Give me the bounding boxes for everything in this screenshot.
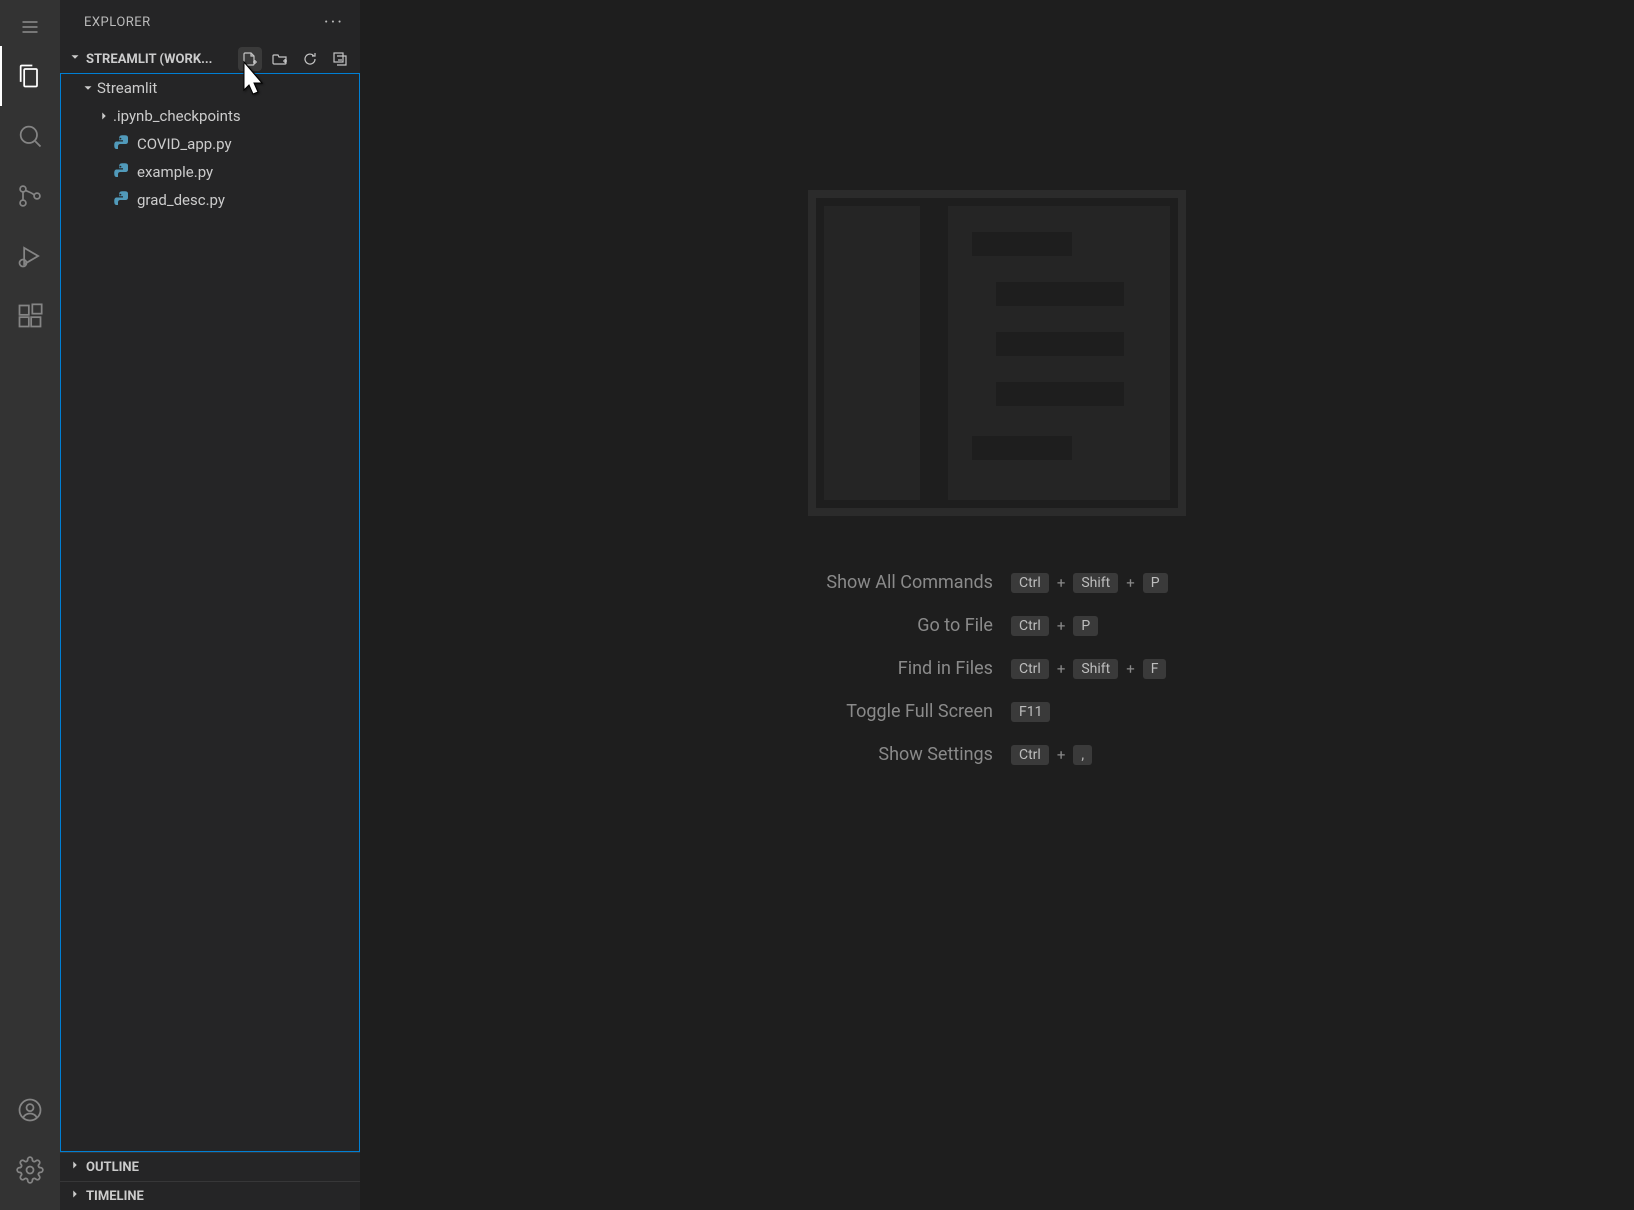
chevron-right-icon (68, 1187, 82, 1205)
activity-bar (0, 0, 60, 1210)
chevron-right-icon (95, 109, 113, 123)
plus-separator: + (1057, 746, 1066, 764)
shortcut-keys: Ctrl + Shift + F (1011, 659, 1168, 679)
vscode-watermark-icon (808, 190, 1186, 516)
python-file-icon (113, 134, 133, 154)
activity-source-control[interactable] (0, 166, 60, 226)
plus-separator: + (1057, 617, 1066, 635)
shortcut-keys: F11 (1011, 702, 1168, 722)
app-menu-button[interactable] (0, 8, 60, 46)
keyboard-key: Shift (1073, 573, 1118, 593)
refresh-button[interactable] (298, 47, 322, 71)
tree-folder-ipynb-checkpoints[interactable]: .ipynb_checkpoints (61, 102, 359, 130)
outline-panel-header[interactable]: OUTLINE (60, 1152, 360, 1181)
collapse-all-button[interactable] (328, 47, 352, 71)
tree-item-label: COVID_app.py (137, 135, 232, 153)
shortcut-keys: Ctrl + Shift + P (1011, 573, 1168, 593)
panel-label: OUTLINE (86, 1160, 139, 1175)
timeline-panel-header[interactable]: TIMELINE (60, 1181, 360, 1210)
keyboard-key: Shift (1073, 659, 1118, 679)
activity-explorer[interactable] (0, 46, 60, 106)
shortcut-keys: Ctrl + P (1011, 616, 1168, 636)
keyboard-key: Ctrl (1011, 616, 1049, 636)
activity-settings[interactable] (0, 1140, 60, 1200)
chevron-down-icon (68, 50, 82, 68)
tree-file-covid-app[interactable]: COVID_app.py (61, 130, 359, 158)
keyboard-key: P (1143, 573, 1168, 593)
tree-folder-streamlit[interactable]: Streamlit (61, 74, 359, 102)
plus-separator: + (1057, 660, 1066, 678)
explorer-sidebar: EXPLORER ··· STREAMLIT (WORK... Streamli… (60, 0, 360, 1210)
keyboard-key: P (1073, 616, 1098, 636)
activity-run-debug[interactable] (0, 226, 60, 286)
plus-separator: + (1057, 574, 1066, 592)
python-file-icon (113, 162, 133, 182)
chevron-down-icon (79, 81, 97, 95)
shortcut-label: Go to File (826, 615, 993, 636)
workspace-header[interactable]: STREAMLIT (WORK... (60, 44, 360, 74)
shortcut-label: Find in Files (826, 658, 993, 679)
activity-extensions[interactable] (0, 286, 60, 346)
activity-search[interactable] (0, 106, 60, 166)
plus-separator: + (1126, 574, 1135, 592)
panel-label: TIMELINE (86, 1189, 144, 1204)
activity-accounts[interactable] (0, 1080, 60, 1140)
keyboard-key: F (1143, 659, 1167, 679)
tree-file-example[interactable]: example.py (61, 158, 359, 186)
python-file-icon (113, 190, 133, 210)
shortcut-keys: Ctrl +, (1011, 745, 1168, 765)
chevron-right-icon (68, 1158, 82, 1176)
plus-separator: + (1126, 660, 1135, 678)
shortcut-label: Show Settings (826, 744, 993, 765)
tree-file-grad-desc[interactable]: grad_desc.py (61, 186, 359, 214)
keyboard-key: , (1073, 745, 1092, 765)
keyboard-key: F11 (1011, 702, 1050, 722)
keyboard-key: Ctrl (1011, 745, 1049, 765)
workspace-label: STREAMLIT (WORK... (86, 52, 238, 67)
file-tree[interactable]: Streamlit .ipynb_checkpoints COVID_app.p… (61, 74, 359, 1151)
welcome-shortcuts: Show All Commands Ctrl + Shift + P Go to File C… (826, 572, 1167, 765)
tree-item-label: .ipynb_checkpoints (113, 107, 241, 125)
editor-area: Show All Commands Ctrl + Shift + P Go to File C… (360, 0, 1634, 1210)
tree-item-label: example.py (137, 163, 213, 181)
keyboard-key: Ctrl (1011, 659, 1049, 679)
new-folder-button[interactable] (268, 47, 292, 71)
keyboard-key: Ctrl (1011, 573, 1049, 593)
explorer-title: EXPLORER (84, 15, 151, 30)
tree-item-label: Streamlit (97, 79, 157, 97)
new-file-button[interactable] (238, 47, 262, 71)
shortcut-label: Toggle Full Screen (826, 701, 993, 722)
explorer-more-icon[interactable]: ··· (324, 12, 344, 33)
explorer-header: EXPLORER ··· (60, 0, 360, 44)
tree-item-label: grad_desc.py (137, 191, 225, 209)
shortcut-label: Show All Commands (826, 572, 993, 593)
